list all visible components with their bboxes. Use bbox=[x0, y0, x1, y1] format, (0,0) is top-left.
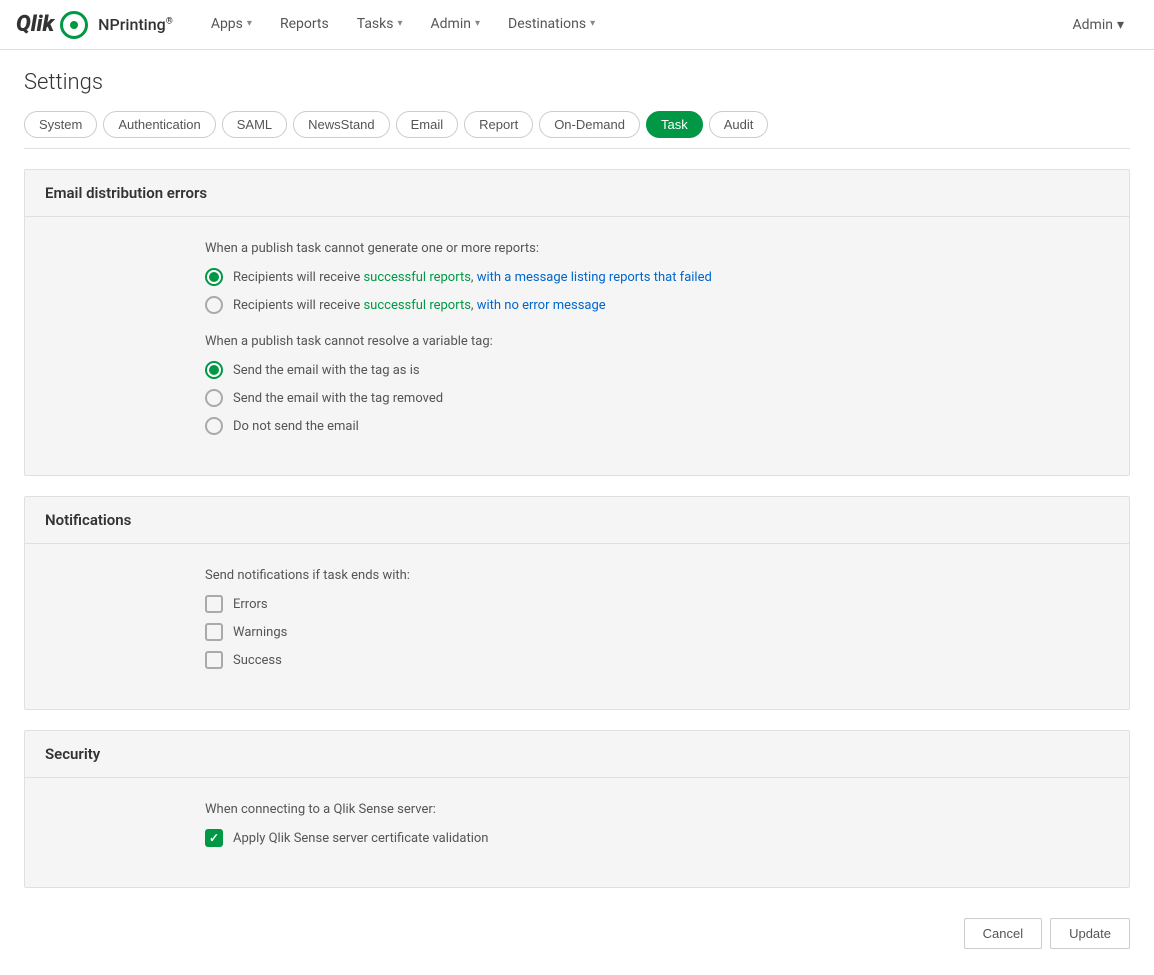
tab-report[interactable]: Report bbox=[464, 111, 533, 138]
checkbox-warnings-label[interactable]: Warnings bbox=[233, 625, 287, 640]
nav-destinations[interactable]: Destinations ▾ bbox=[494, 0, 609, 50]
radio-option-2b: Send the email with the tag removed bbox=[205, 389, 1109, 407]
radio-option-2a: Send the email with the tag as is bbox=[205, 361, 1109, 379]
security-section: Security When connecting to a Qlik Sense… bbox=[24, 730, 1130, 888]
destinations-caret-icon: ▾ bbox=[590, 18, 595, 29]
notifications-section: Notifications Send notifications if task… bbox=[24, 496, 1130, 710]
tab-email[interactable]: Email bbox=[396, 111, 459, 138]
security-title: Security bbox=[25, 731, 1129, 778]
tab-newsstand[interactable]: NewsStand bbox=[293, 111, 389, 138]
security-body: When connecting to a Qlik Sense server: … bbox=[25, 778, 1129, 887]
tab-system[interactable]: System bbox=[24, 111, 97, 138]
notifications-body: Send notifications if task ends with: Er… bbox=[25, 544, 1129, 709]
checkbox-warnings-input[interactable] bbox=[205, 623, 223, 641]
nav-admin-user[interactable]: Admin ▾ bbox=[1059, 0, 1138, 50]
navbar: Qlik NPrinting® Apps ▾ Reports Tasks ▾ A… bbox=[0, 0, 1154, 50]
question2-label: When a publish task cannot resolve a var… bbox=[205, 334, 1109, 349]
checkbox-success-input[interactable] bbox=[205, 651, 223, 669]
settings-tabs: System Authentication SAML NewsStand Ema… bbox=[24, 111, 1130, 149]
nav-items: Apps ▾ Reports Tasks ▾ Admin ▾ Destinati… bbox=[197, 0, 1059, 50]
checkbox-errors: Errors bbox=[205, 595, 1109, 613]
tab-on-demand[interactable]: On-Demand bbox=[539, 111, 640, 138]
checkbox-success-label[interactable]: Success bbox=[233, 653, 282, 668]
checkbox-warnings: Warnings bbox=[205, 623, 1109, 641]
radio-2c-label[interactable]: Do not send the email bbox=[233, 419, 359, 434]
email-distribution-section: Email distribution errors When a publish… bbox=[24, 169, 1130, 476]
nav-tasks[interactable]: Tasks ▾ bbox=[343, 0, 417, 50]
tab-task[interactable]: Task bbox=[646, 111, 703, 138]
checkbox-cert-label[interactable]: Apply Qlik Sense server certificate vali… bbox=[233, 831, 488, 846]
admin-nav-caret-icon: ▾ bbox=[475, 18, 480, 29]
cancel-button[interactable]: Cancel bbox=[964, 918, 1042, 949]
checkbox-errors-input[interactable] bbox=[205, 595, 223, 613]
radio-option-1b: Recipients will receive successful repor… bbox=[205, 296, 1109, 314]
page-content: Settings System Authentication SAML News… bbox=[0, 50, 1154, 975]
radio-2b-input[interactable] bbox=[205, 389, 223, 407]
brand: Qlik NPrinting® bbox=[16, 11, 173, 39]
nav-right: Admin ▾ bbox=[1059, 0, 1138, 50]
tab-audit[interactable]: Audit bbox=[709, 111, 769, 138]
email-distribution-body: When a publish task cannot generate one … bbox=[25, 217, 1129, 475]
radio-group-1: Recipients will receive successful repor… bbox=[205, 268, 1109, 314]
page-title: Settings bbox=[24, 70, 1130, 95]
radio-1a-input[interactable] bbox=[205, 268, 223, 286]
checkbox-cert-validation: Apply Qlik Sense server certificate vali… bbox=[205, 829, 1109, 847]
radio-1b-label[interactable]: Recipients will receive successful repor… bbox=[233, 298, 606, 313]
notifications-checkboxes: Errors Warnings Success bbox=[205, 595, 1109, 669]
qlik-logo: Qlik bbox=[16, 11, 88, 39]
radio-2a-input[interactable] bbox=[205, 361, 223, 379]
nav-admin[interactable]: Admin ▾ bbox=[417, 0, 494, 50]
radio-1b-input[interactable] bbox=[205, 296, 223, 314]
radio-2a-label[interactable]: Send the email with the tag as is bbox=[233, 363, 420, 378]
admin-user-caret-icon: ▾ bbox=[1117, 17, 1124, 33]
nav-apps[interactable]: Apps ▾ bbox=[197, 0, 266, 50]
security-checkboxes: Apply Qlik Sense server certificate vali… bbox=[205, 829, 1109, 847]
qlik-circle-icon bbox=[60, 11, 88, 39]
checkbox-cert-input[interactable] bbox=[205, 829, 223, 847]
notifications-title: Notifications bbox=[25, 497, 1129, 544]
nav-reports[interactable]: Reports bbox=[266, 0, 343, 50]
email-distribution-title: Email distribution errors bbox=[25, 170, 1129, 217]
radio-option-1a: Recipients will receive successful repor… bbox=[205, 268, 1109, 286]
notifications-label: Send notifications if task ends with: bbox=[205, 568, 1109, 583]
radio-group-2: Send the email with the tag as is Send t… bbox=[205, 361, 1109, 435]
radio-2c-input[interactable] bbox=[205, 417, 223, 435]
tasks-caret-icon: ▾ bbox=[397, 18, 402, 29]
checkbox-success: Success bbox=[205, 651, 1109, 669]
radio-option-2c: Do not send the email bbox=[205, 417, 1109, 435]
footer-actions: Cancel Update bbox=[24, 908, 1130, 955]
apps-caret-icon: ▾ bbox=[247, 18, 252, 29]
radio-1a-label[interactable]: Recipients will receive successful repor… bbox=[233, 270, 712, 285]
security-label: When connecting to a Qlik Sense server: bbox=[205, 802, 1109, 817]
nprinting-title: NPrinting® bbox=[98, 15, 173, 34]
tab-saml[interactable]: SAML bbox=[222, 111, 287, 138]
checkbox-errors-label[interactable]: Errors bbox=[233, 597, 268, 612]
qlik-wordmark: Qlik bbox=[16, 12, 54, 37]
question1-label: When a publish task cannot generate one … bbox=[205, 241, 1109, 256]
update-button[interactable]: Update bbox=[1050, 918, 1130, 949]
radio-2b-label[interactable]: Send the email with the tag removed bbox=[233, 391, 443, 406]
tab-authentication[interactable]: Authentication bbox=[103, 111, 215, 138]
